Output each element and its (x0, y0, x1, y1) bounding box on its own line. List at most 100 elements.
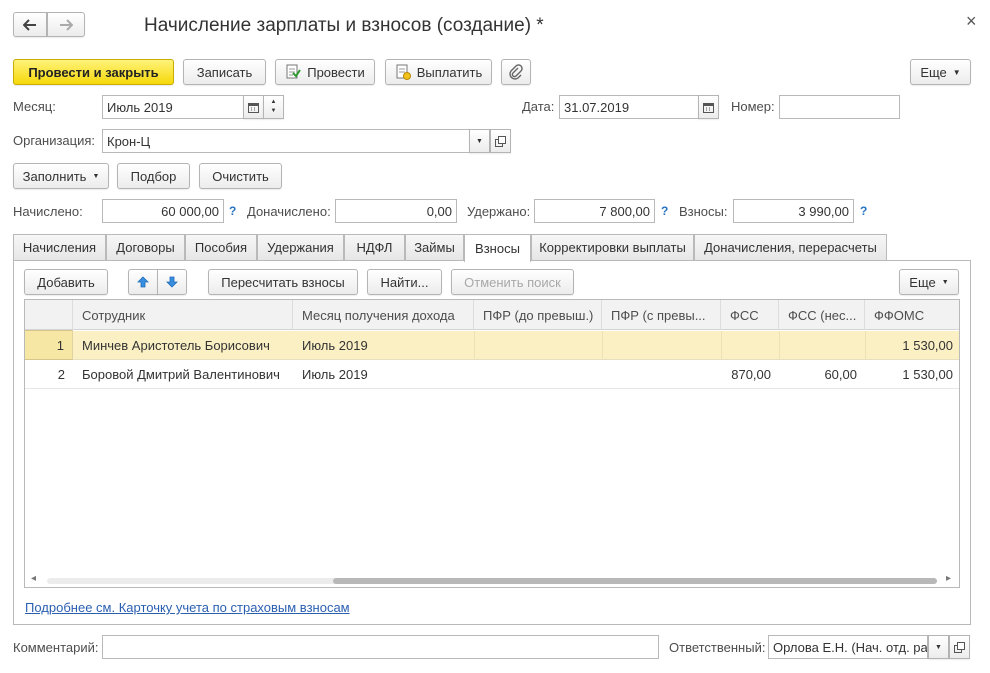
post-button[interactable]: Провести (275, 59, 375, 85)
post-doc-icon (286, 64, 302, 79)
cell-employee[interactable]: Боровой Дмитрий Валентинович (82, 360, 292, 389)
attach-button[interactable] (501, 59, 531, 85)
window-title: Начисление зарплаты и взносов (создание)… (144, 15, 544, 36)
more-button[interactable]: Еще ▼ (910, 59, 971, 85)
responsible-open-button[interactable] (949, 635, 970, 659)
extra-accrued-label: Доначислено: (247, 204, 331, 219)
withheld-field: 7 800,00 (534, 199, 655, 223)
month-field[interactable]: Июль 2019 (102, 95, 244, 119)
contributions-label: Взносы: (679, 204, 728, 219)
date-calendar-button[interactable] (698, 95, 719, 119)
table-row[interactable]: 2 Боровой Дмитрий Валентинович Июль 2019… (25, 360, 959, 389)
open-window-icon (495, 135, 506, 147)
cell-employee[interactable]: Минчев Аристотель Борисович (82, 331, 292, 360)
column-header-fss-ns[interactable]: ФСС (нес... (779, 300, 865, 330)
row-number: 2 (57, 367, 65, 382)
cell-fss-ns[interactable] (779, 331, 865, 360)
comment-label: Комментарий: (13, 640, 99, 655)
extra-accrued-field: 0,00 (335, 199, 457, 223)
arrow-right-icon (60, 18, 73, 31)
table-more-button[interactable]: Еще ▼ (899, 269, 959, 295)
move-up-button[interactable] (128, 269, 158, 295)
tab-contracts[interactable]: Договоры (106, 234, 185, 260)
withheld-help-icon[interactable]: ? (661, 204, 668, 218)
organization-open-button[interactable] (490, 129, 511, 153)
cell-pfr-below[interactable] (474, 331, 602, 360)
tab-payment-corrections[interactable]: Корректировки выплаты (531, 234, 694, 260)
cell-fss[interactable] (721, 331, 779, 360)
column-header-fss[interactable]: ФСС (721, 300, 779, 330)
forward-button[interactable] (47, 12, 85, 37)
accrued-field: 60 000,00 (102, 199, 224, 223)
calendar-button[interactable] (243, 95, 264, 119)
chevron-down-icon: ▼ (476, 137, 483, 145)
month-spin-button[interactable]: ▲ ▼ (263, 95, 284, 119)
cancel-search-button[interactable]: Отменить поиск (451, 269, 574, 295)
fill-button[interactable]: Заполнить ▼ (13, 163, 109, 189)
cell-income-month[interactable]: Июль 2019 (302, 331, 472, 360)
row-number: 1 (25, 330, 73, 360)
contributions-help-icon[interactable]: ? (860, 204, 867, 218)
horizontal-scrollbar-thumb[interactable] (333, 578, 937, 584)
arrow-up-icon (137, 276, 149, 288)
column-header-number (25, 300, 73, 330)
scroll-left-arrow[interactable]: ◂ (31, 573, 36, 584)
calendar-icon (248, 102, 259, 113)
table-more-label: Еще (909, 274, 936, 290)
recalculate-contributions-button[interactable]: Пересчитать взносы (208, 269, 358, 295)
save-button[interactable]: Записать (183, 59, 266, 85)
cell-pfr-above[interactable] (602, 360, 721, 389)
month-label: Месяц: (13, 99, 56, 114)
calendar-icon (703, 102, 714, 113)
responsible-field[interactable]: Орлова Е.Н. (Нач. отд. ра (768, 635, 928, 659)
responsible-dropdown[interactable]: ▼ (928, 635, 949, 659)
organization-field[interactable]: Крон-Ц (102, 129, 470, 153)
select-button[interactable]: Подбор (117, 163, 190, 189)
cell-ffoms[interactable]: 1 530,00 (865, 360, 959, 389)
tab-loans[interactable]: Займы (405, 234, 464, 260)
comment-field[interactable] (102, 635, 659, 659)
cell-fss-ns[interactable]: 60,00 (779, 360, 865, 389)
accrued-help-icon[interactable]: ? (229, 204, 236, 218)
tab-contributions[interactable]: Взносы (464, 234, 531, 262)
pay-doc-icon (396, 64, 411, 80)
number-field[interactable] (779, 95, 900, 119)
close-icon[interactable]: × (966, 11, 977, 32)
responsible-label: Ответственный: (669, 640, 766, 655)
pay-button[interactable]: Выплатить (385, 59, 492, 85)
tab-accruals[interactable]: Начисления (13, 234, 106, 260)
column-header-employee[interactable]: Сотрудник (73, 300, 293, 330)
number-label: Номер: (731, 99, 775, 114)
cell-income-month[interactable]: Июль 2019 (302, 360, 472, 389)
add-button[interactable]: Добавить (24, 269, 108, 295)
tab-benefits[interactable]: Пособия (185, 234, 257, 260)
organization-dropdown[interactable]: ▼ (469, 129, 490, 153)
column-header-pfr-above[interactable]: ПФР (с превы... (602, 300, 721, 330)
back-button[interactable] (13, 12, 47, 37)
fill-button-label: Заполнить (22, 168, 87, 184)
scroll-right-arrow[interactable]: ▸ (946, 573, 951, 584)
move-down-button[interactable] (157, 269, 187, 295)
column-header-income-month[interactable]: Месяц получения дохода (293, 300, 474, 330)
tab-additional-accruals[interactable]: Доначисления, перерасчеты (694, 234, 887, 260)
cell-pfr-above[interactable] (602, 331, 721, 360)
arrow-down-icon (166, 276, 178, 288)
cell-ffoms[interactable]: 1 530,00 (865, 331, 959, 360)
pay-button-label: Выплатить (416, 64, 483, 80)
tab-ndfl[interactable]: НДФЛ (344, 234, 405, 260)
open-window-icon (954, 641, 965, 653)
tab-deductions[interactable]: Удержания (257, 234, 344, 260)
column-header-pfr-below[interactable]: ПФР (до превыш.) (474, 300, 602, 330)
column-header-ffoms[interactable]: ФФОМС (865, 300, 959, 330)
insurance-card-link[interactable]: Подробнее см. Карточку учета по страховы… (25, 600, 350, 615)
date-field[interactable]: 31.07.2019 (559, 95, 699, 119)
find-button[interactable]: Найти... (367, 269, 442, 295)
table-row[interactable]: 1 Минчев Аристотель Борисович Июль 2019 … (25, 330, 959, 360)
cell-fss[interactable]: 870,00 (721, 360, 779, 389)
withheld-label: Удержано: (467, 204, 531, 219)
chevron-down-icon: ▼ (952, 67, 961, 77)
clear-button[interactable]: Очистить (199, 163, 282, 189)
cell-pfr-below[interactable] (474, 360, 602, 389)
paperclip-icon (509, 64, 523, 80)
post-and-close-button[interactable]: Провести и закрыть (13, 59, 174, 85)
